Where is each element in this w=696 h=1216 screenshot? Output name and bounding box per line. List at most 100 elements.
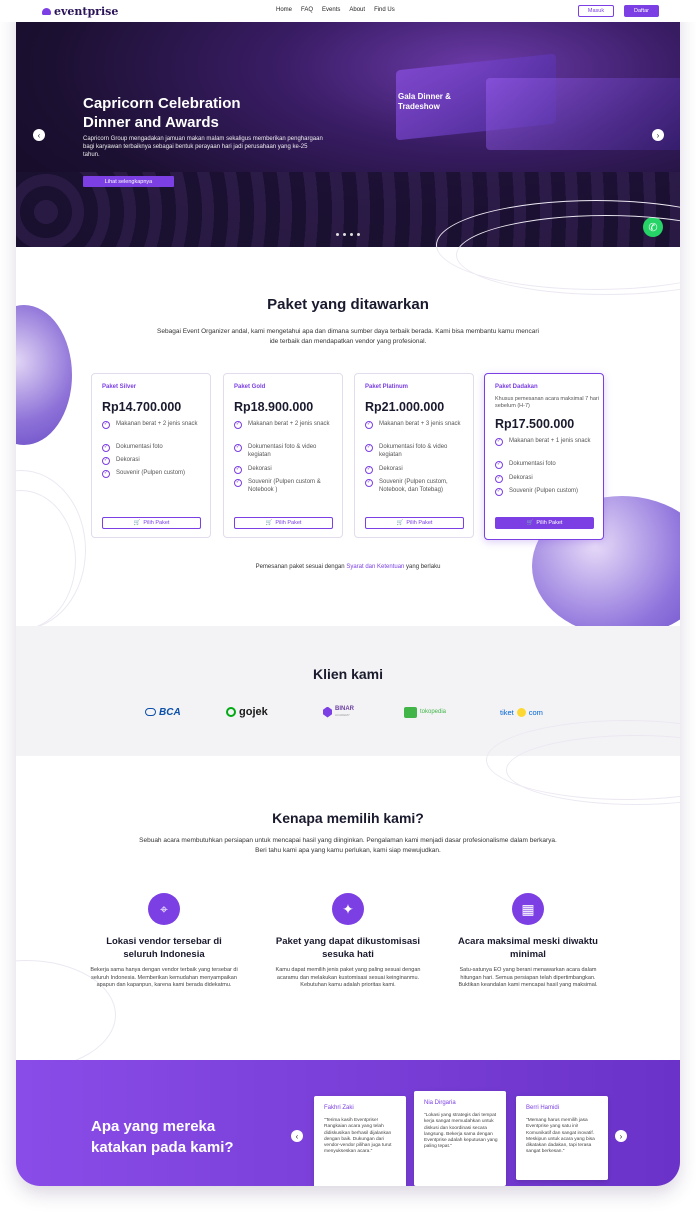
cart-icon: 🛒 (133, 520, 141, 526)
bca-logo-icon (145, 708, 156, 716)
carousel-prev-button[interactable]: ‹ (33, 129, 45, 141)
feature-title: Lokasi vendor tersebar di seluruh Indone… (106, 936, 222, 960)
testimonial-text: "Lokasi yang strategis dari tempat kerja… (424, 1113, 498, 1150)
carousel-dot[interactable] (350, 233, 353, 236)
testimonial-prev-button[interactable]: ‹ (291, 1130, 303, 1142)
feature-title: Acara maksimal meski diwaktu minimal (458, 936, 598, 960)
packages-footer-note: Pemesanan paket sesuai dengan Syarat dan… (255, 564, 441, 570)
package-note: Khusus pemesanan acara maksimal 7 hari s… (495, 396, 599, 409)
nav-find-us[interactable]: Find Us (374, 7, 395, 13)
chevron-left-icon: ‹ (295, 1131, 299, 1141)
package-price: Rp21.000.000 (365, 400, 445, 414)
testimonial-author: Berri Hamidi (526, 1105, 560, 1111)
testimonial-text: "Terima kasih Eventprise! Rangkaian acar… (324, 1118, 392, 1155)
why-subtitle: Sebuah acara membutuhkan persiapan untuk… (139, 837, 557, 854)
hero-stage-sign: Gala Dinner & Tradeshow (398, 92, 451, 111)
carousel-next-button[interactable]: › (652, 129, 664, 141)
party-flags-icon: ✦ (332, 893, 364, 925)
hero-title: Capricorn Celebration Dinner and Awards (83, 95, 241, 131)
carousel-dot[interactable] (343, 233, 346, 236)
package-feature: ✓ Dekorasi (102, 457, 140, 465)
chevron-right-icon: › (656, 130, 660, 140)
package-feature: ✓ Dokumentasi foto & video kegiatan (234, 444, 317, 458)
package-card-gold: Paket Gold Rp18.900.000 ✓ Makanan berat +… (223, 373, 343, 538)
package-feature: ✓ Makanan berat + 2 jenis snack (234, 421, 330, 429)
eventprise-logo-icon (42, 8, 51, 15)
login-button[interactable]: Masuk (578, 5, 614, 17)
main-menu: Home FAQ Events About Find Us (276, 7, 395, 13)
carousel-dot[interactable] (357, 233, 360, 236)
package-feature: ✓ Souvenir (Pulpen custom) (102, 470, 186, 478)
chevron-right-icon: › (619, 1131, 623, 1141)
package-feature: ✓ Dekorasi (495, 475, 533, 483)
check-circle-icon: ✓ (365, 479, 373, 487)
package-name: Paket Dadakan (495, 384, 538, 390)
testimonial-author: Fakhri Zaki (324, 1105, 354, 1111)
check-circle-icon: ✓ (365, 466, 373, 474)
choose-package-button[interactable]: 🛒 Pilih Paket (234, 517, 333, 529)
why-title: Kenapa memilih kami? (272, 810, 424, 826)
register-button[interactable]: Daftar (624, 5, 659, 17)
check-circle-icon: ✓ (234, 421, 242, 429)
choose-package-button[interactable]: 🛒 Pilih Paket (495, 517, 594, 529)
check-circle-icon: ✓ (234, 466, 242, 474)
packages-title: Paket yang ditawarkan (267, 296, 429, 313)
check-circle-icon: ✓ (234, 479, 242, 487)
nav-about[interactable]: About (349, 7, 365, 13)
cart-icon: 🛒 (396, 520, 404, 526)
package-feature: ✓ Dokumentasi foto & video kegiatan (365, 444, 448, 458)
package-feature: ✓ Dekorasi (365, 466, 403, 474)
package-name: Paket Silver (102, 384, 137, 390)
terms-link[interactable]: Syarat dan Ketentuan (346, 564, 404, 570)
testimonials-section: Apa yang mereka katakan pada kami? ‹ › F… (16, 1060, 680, 1186)
testimonial-card: Berri Hamidi "Memang harus memilih jasa … (516, 1096, 608, 1180)
feature-description: Kamu dapat memilih jenis paket yang pali… (275, 967, 421, 988)
check-circle-icon: ✓ (102, 421, 110, 429)
top-navbar: eventprise Home FAQ Events About Find Us… (0, 0, 696, 22)
hero-stage-screen-2 (486, 78, 680, 150)
nav-faq[interactable]: FAQ (301, 7, 313, 13)
calendar-icon: ▦ (512, 893, 544, 925)
feature-description: Satu-satunya EO yang berani menawarkan a… (458, 967, 598, 988)
logo-binar: BINAR ACADEMY (323, 704, 354, 720)
package-feature: ✓ Makanan berat + 3 jenis snack (365, 421, 461, 429)
binar-logo-icon (323, 706, 332, 718)
check-circle-icon: ✓ (102, 444, 110, 452)
package-feature: ✓ Souvenir (Pulpen custom, Notebook, dan … (365, 479, 448, 493)
page-frame: Gala Dinner & Tradeshow Capricorn Celebr… (16, 0, 680, 1186)
nav-events[interactable]: Events (322, 7, 340, 13)
brand-logo[interactable]: eventprise (42, 5, 118, 18)
choose-package-button[interactable]: 🛒 Pilih Paket (365, 517, 464, 529)
package-price: Rp18.900.000 (234, 400, 314, 414)
chevron-left-icon: ‹ (37, 130, 41, 140)
decorative-blob-left (16, 305, 72, 445)
nav-home[interactable]: Home (276, 7, 292, 13)
package-card-dadakan: Paket Dadakan Khusus pemesanan acara mak… (484, 373, 604, 540)
package-name: Paket Gold (234, 384, 266, 390)
testimonial-card: Nia Dirgaria "Lokasi yang strategis dari… (414, 1091, 506, 1186)
carousel-dot[interactable] (336, 233, 339, 236)
feature-custom-package: ✦ Paket yang dapat dikustomisasi sesuka … (273, 893, 423, 990)
testimonial-author: Nia Dirgaria (424, 1100, 456, 1106)
logo-gojek: gojek (226, 704, 268, 720)
package-card-platinum: Paket Platinum Rp21.000.000 ✓ Makanan ber… (354, 373, 474, 538)
check-circle-icon: ✓ (365, 444, 373, 452)
choose-package-button[interactable]: 🛒 Pilih Paket (102, 517, 201, 529)
feature-description: Bekerja sama hanya dengan vendor terbaik… (90, 967, 238, 988)
tokopedia-logo-icon (404, 706, 417, 718)
hero-cta-button[interactable]: Lihat selengkapnya (83, 176, 174, 187)
testimonial-next-button[interactable]: › (615, 1130, 627, 1142)
tiket-logo-dot-icon (516, 707, 526, 717)
package-card-silver: Paket Silver Rp14.700.000 ✓ Makanan berat… (91, 373, 211, 538)
feature-fast-event: ▦ Acara maksimal meski diwaktu minimal S… (453, 893, 603, 990)
check-circle-icon: ✓ (495, 461, 503, 469)
clients-title: Klien kami (312, 666, 384, 682)
brand-name: eventprise (54, 5, 119, 18)
package-price: Rp17.500.000 (495, 417, 575, 431)
logo-tiket: tiket com (500, 707, 543, 717)
check-circle-icon: ✓ (495, 488, 503, 496)
check-circle-icon: ✓ (102, 457, 110, 465)
check-circle-icon: ✓ (234, 444, 242, 452)
feature-title: Paket yang dapat dikustomisasi sesuka ha… (275, 936, 421, 960)
package-name: Paket Platinum (365, 384, 409, 390)
